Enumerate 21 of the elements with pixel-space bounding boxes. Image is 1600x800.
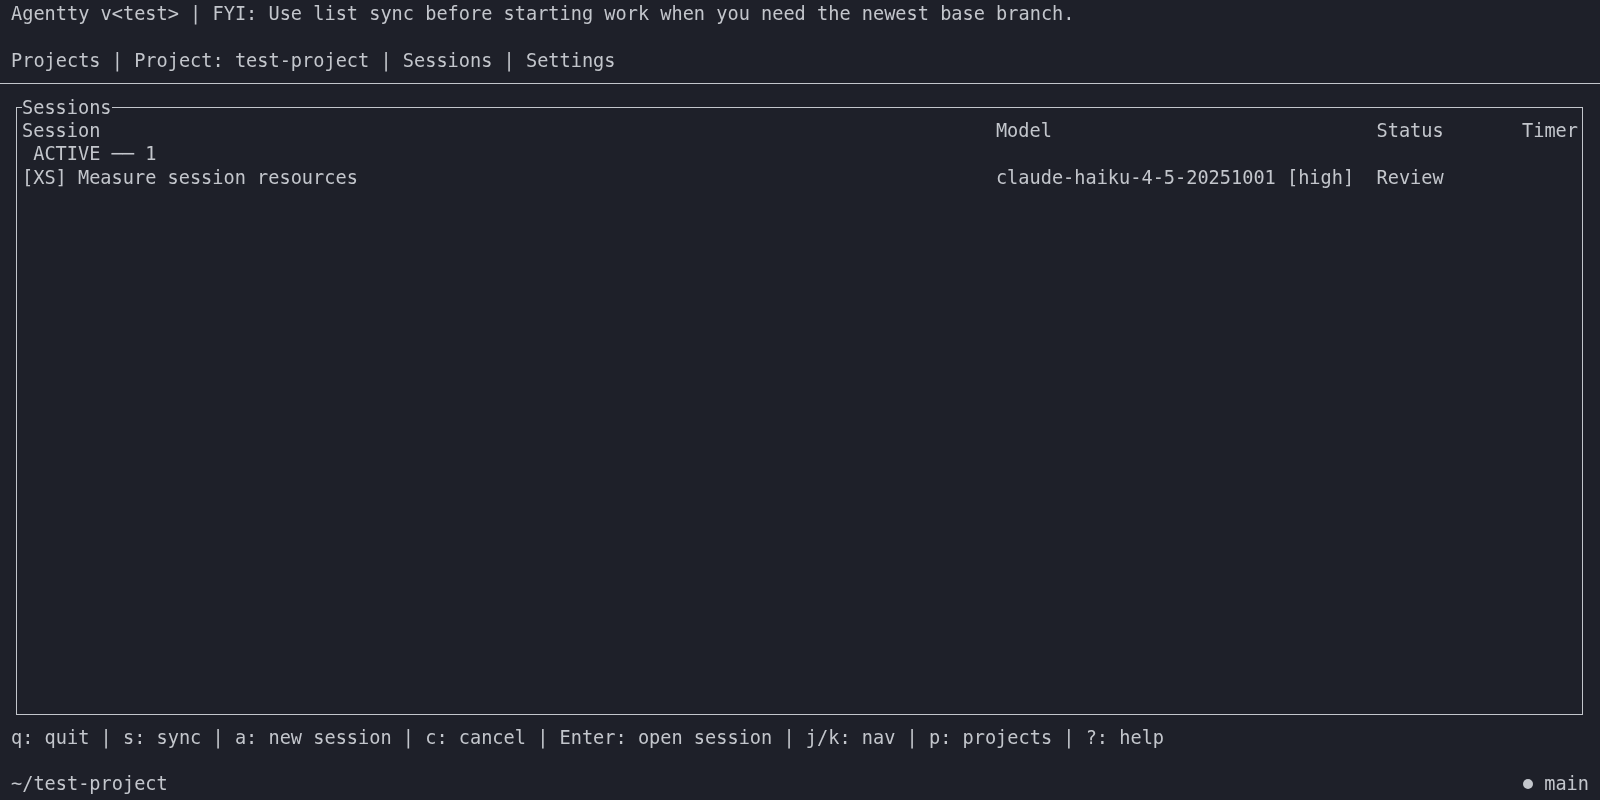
tab-separator: |	[380, 48, 392, 73]
column-header: Timer	[1522, 118, 1578, 143]
branch-name: main	[1544, 772, 1589, 796]
panel-title: Sessions	[22, 95, 112, 119]
group-header: ACTIVE ── 1	[33, 143, 157, 165]
table-cell: claude-haiku-4-5-20251001 [high]	[995, 165, 1355, 190]
column-header: Session	[22, 118, 101, 143]
table-cell: [XS] Measure session resources	[22, 165, 358, 190]
tab-separator: |	[111, 48, 123, 73]
header-message: Agentty v<test> | FYI: Use list sync before starting work when you need the newest base branch.	[10, 2, 1076, 26]
column-header: Model	[995, 118, 1052, 143]
working-directory: ~/test-project	[11, 772, 168, 796]
key-hints: q: quit | s: sync | a: new session | c: cancel | Enter: open session | j/k: nav | p: projects | ?: help	[11, 726, 1165, 748]
table-cell: Review	[1376, 165, 1444, 190]
column-header: Status	[1376, 118, 1444, 143]
nav-tab[interactable]: Sessions	[402, 48, 493, 73]
status-dot-icon	[1523, 779, 1534, 789]
nav-tab[interactable]: Settings	[525, 48, 616, 73]
nav-tab[interactable]: Projects	[11, 48, 101, 73]
tab-separator: |	[503, 48, 515, 73]
nav-tab[interactable]: Project: test-project	[134, 48, 370, 73]
